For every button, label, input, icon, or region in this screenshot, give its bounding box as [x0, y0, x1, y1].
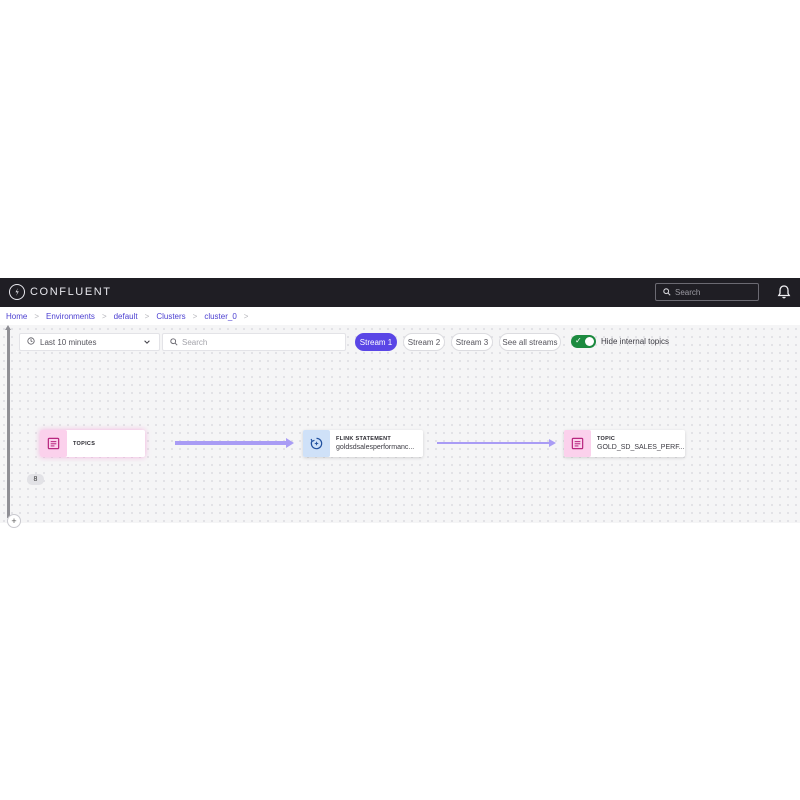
node-type-label: FLINK STATEMENT — [336, 436, 392, 442]
topic-icon — [564, 430, 591, 457]
time-range-select[interactable]: Last 10 minutes — [19, 333, 160, 351]
hide-internal-topics-toggle[interactable]: ✓ — [571, 335, 596, 348]
topic-icon — [40, 430, 67, 457]
top-navigation-bar: CONFLUENT — [0, 278, 800, 307]
graph-search-input[interactable] — [182, 337, 332, 347]
topics-count-badge: 8 — [27, 474, 44, 485]
chevron-right-icon: > — [34, 311, 40, 321]
topic-node[interactable]: TOPIC GOLD_SD_SALES_PERF... — [564, 430, 685, 457]
breadcrumb-environments[interactable]: Environments — [46, 312, 95, 321]
global-search-input[interactable] — [675, 287, 755, 297]
chevron-right-icon: > — [243, 311, 249, 321]
stream-lineage-canvas[interactable]: + Last 10 minutes Stream 1 Stream 2 Stre… — [0, 325, 800, 528]
see-all-streams-button[interactable]: See all streams — [499, 333, 561, 351]
time-range-value: Last 10 minutes — [40, 337, 97, 347]
stream-3-button[interactable]: Stream 3 — [451, 333, 493, 351]
edge-topics-to-flink — [175, 438, 294, 448]
confluent-logo-icon — [9, 284, 25, 300]
checkmark-icon: ✓ — [575, 336, 582, 345]
node-type-label: TOPIC — [597, 436, 616, 442]
flink-statement-icon — [303, 430, 330, 457]
hide-internal-topics-label: Hide internal topics — [601, 337, 670, 346]
breadcrumb-cluster[interactable]: cluster_0 — [204, 312, 236, 321]
node-name-label: GOLD_SD_SALES_PERF... — [597, 444, 685, 451]
app-window: CONFLUENT Home > Environments > default … — [0, 278, 800, 528]
stream-2-button[interactable]: Stream 2 — [403, 333, 445, 351]
search-icon — [663, 283, 671, 301]
zoom-in-button[interactable]: + — [7, 514, 21, 528]
chevron-right-icon: > — [101, 311, 107, 321]
stream-1-button[interactable]: Stream 1 — [355, 333, 397, 351]
chevron-down-icon — [143, 338, 151, 348]
edge-flink-to-topic — [437, 439, 556, 447]
confluent-logo[interactable]: CONFLUENT — [9, 284, 112, 300]
breadcrumb-home[interactable]: Home — [6, 312, 27, 321]
global-search-box[interactable] — [655, 283, 759, 301]
node-name-label: goldsdsalesperformanc... — [336, 444, 415, 451]
brand-name: CONFLUENT — [30, 286, 112, 298]
graph-search-box[interactable] — [162, 333, 346, 351]
breadcrumb-default[interactable]: default — [114, 312, 138, 321]
flink-statement-node[interactable]: FLINK STATEMENT goldsdsalesperformanc... — [303, 430, 423, 457]
breadcrumb-clusters[interactable]: Clusters — [156, 312, 185, 321]
toggle-knob — [585, 337, 594, 346]
chevron-right-icon: > — [144, 311, 150, 321]
node-type-label: TOPICS — [73, 441, 96, 447]
topics-node[interactable]: TOPICS — [40, 430, 145, 457]
clock-icon — [27, 337, 35, 347]
breadcrumb: Home > Environments > default > Clusters… — [0, 307, 800, 325]
notifications-bell-icon[interactable] — [776, 284, 792, 300]
zoom-slider-track[interactable] — [7, 328, 10, 518]
search-icon — [170, 333, 178, 351]
chevron-right-icon: > — [192, 311, 198, 321]
